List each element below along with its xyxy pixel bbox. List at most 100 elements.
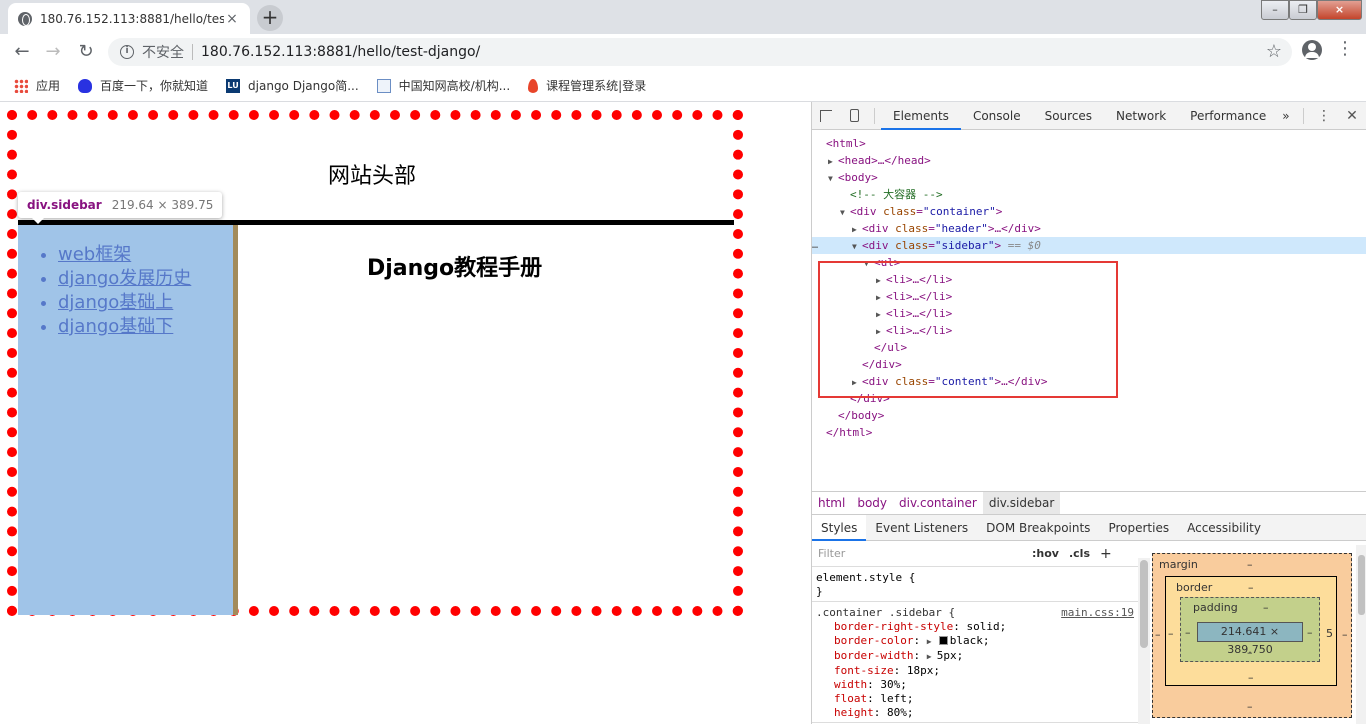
expanded-triangle-icon[interactable]: ▼ xyxy=(852,238,862,255)
property-name: border-color xyxy=(834,634,914,647)
scrollbar-thumb[interactable] xyxy=(1140,560,1148,648)
node-menu-icon[interactable]: … xyxy=(812,237,818,254)
tooltip-size: 219.64 × 389.75 xyxy=(111,198,214,212)
tab-console[interactable]: Console xyxy=(961,102,1033,130)
new-tab-button[interactable]: + xyxy=(257,5,283,31)
back-button[interactable]: ← xyxy=(10,40,34,64)
devtools-menu-button[interactable]: ⋮ xyxy=(1310,102,1338,130)
box-model-scrollbar[interactable] xyxy=(1356,545,1366,724)
sidebar-item[interactable]: web框架 xyxy=(58,243,233,267)
url-text[interactable]: 180.76.152.113:8881/hello/test-django/ xyxy=(201,44,480,60)
tab-accessibility[interactable]: Accessibility xyxy=(1178,515,1270,541)
tab-network[interactable]: Network xyxy=(1104,102,1178,130)
browser-tab[interactable]: 180.76.152.113:8881/hello/tes × xyxy=(8,3,250,34)
css-property[interactable]: width: 30%; xyxy=(816,678,1134,692)
rule-selector: .container .sidebar { xyxy=(816,606,956,619)
tree-node-head[interactable]: ▶ <head>…</head> xyxy=(812,152,1366,169)
css-property[interactable]: border-right-style: solid; xyxy=(816,620,1134,634)
padding-left-value: – xyxy=(1185,626,1191,639)
more-tabs-button[interactable]: » xyxy=(1278,102,1293,130)
breadcrumb-body[interactable]: body xyxy=(851,492,893,514)
devtools-close-button[interactable]: ✕ xyxy=(1338,102,1366,130)
tab-event-listeners[interactable]: Event Listeners xyxy=(866,515,977,541)
scrollbar-thumb[interactable] xyxy=(1358,555,1365,615)
css-property[interactable]: border-width: ▶ 5px; xyxy=(816,649,1134,664)
tab-dom-breakpoints[interactable]: DOM Breakpoints xyxy=(977,515,1099,541)
profile-avatar-icon[interactable] xyxy=(1302,40,1322,60)
element-style-rule[interactable]: element.style { } xyxy=(812,567,1138,602)
color-swatch[interactable] xyxy=(938,636,948,645)
css-property[interactable]: height: 80%; xyxy=(816,706,1134,720)
document-icon xyxy=(376,78,391,93)
collapsed-triangle-icon[interactable]: ▶ xyxy=(852,221,862,238)
breadcrumb-container[interactable]: div.container xyxy=(893,492,983,514)
styles-scrollbar[interactable] xyxy=(1138,558,1150,724)
tree-node-html-close[interactable]: </html> xyxy=(812,424,1366,441)
tab-styles[interactable]: Styles xyxy=(812,514,867,541)
sidebar-link[interactable]: django基础上 xyxy=(58,292,173,313)
property-name: width xyxy=(834,678,868,691)
expanded-triangle-icon[interactable]: ▼ xyxy=(828,170,838,187)
sidebar-css-rule[interactable]: main.css:19 .container .sidebar { border-… xyxy=(812,602,1138,723)
box-model-content[interactable]: 214.641 × 389.750 xyxy=(1197,622,1303,656)
collapsed-triangle-icon[interactable]: ▶ xyxy=(828,153,838,170)
sidebar-item[interactable]: django基础上 xyxy=(58,291,233,315)
inspect-element-button[interactable] xyxy=(812,102,840,130)
rule-selector: element.style { xyxy=(816,571,916,584)
maximize-button[interactable]: ❐ xyxy=(1289,0,1317,20)
tab-properties[interactable]: Properties xyxy=(1099,515,1178,541)
sidebar-link[interactable]: django基础下 xyxy=(58,316,173,337)
cls-toggle-button[interactable]: .cls xyxy=(1069,547,1090,561)
new-rule-button[interactable]: + xyxy=(1100,547,1112,561)
expand-triangle-icon[interactable]: ▶ xyxy=(927,650,937,664)
bookmark-django[interactable]: LU django Django简... xyxy=(226,77,359,94)
css-property[interactable]: font-size: 18px; xyxy=(816,664,1134,678)
page-viewport: 网站头部 web框架 django发展历史 django基础上 django基础… xyxy=(0,102,811,724)
box-model-border[interactable]: border – – 5 – padding – – – – 214.641 ×… xyxy=(1165,576,1337,686)
reload-button[interactable]: ↻ xyxy=(74,40,98,64)
expanded-triangle-icon[interactable]: ▼ xyxy=(840,204,850,221)
tree-node-sidebar-selected[interactable]: … ▼ <div class="sidebar"> == $0 xyxy=(812,237,1366,254)
tree-node-header[interactable]: ▶ <div class="header">…</div> xyxy=(812,220,1366,237)
window-close-button[interactable]: × xyxy=(1317,0,1362,20)
device-toolbar-button[interactable] xyxy=(840,102,868,130)
sidebar-link[interactable]: web框架 xyxy=(58,244,131,265)
rule-source-link[interactable]: main.css:19 xyxy=(1061,606,1134,620)
bookmark-cnki[interactable]: 中国知网高校/机构... xyxy=(376,77,510,94)
sidebar-item[interactable]: django发展历史 xyxy=(58,267,233,291)
star-icon[interactable]: ☆ xyxy=(1266,41,1282,62)
info-icon[interactable]: i xyxy=(120,45,134,59)
box-model-margin[interactable]: margin – – – – border – – 5 – padding – … xyxy=(1152,553,1352,718)
site-header-title: 网站头部 xyxy=(328,164,417,189)
sidebar-item[interactable]: django基础下 xyxy=(58,315,233,339)
forward-button[interactable]: → xyxy=(41,40,65,64)
tree-node-body[interactable]: ▼ <body> xyxy=(812,169,1366,186)
styles-filter-row: Filter :hov .cls + xyxy=(812,541,1138,567)
tree-node-html[interactable]: <html> xyxy=(812,135,1366,152)
tab-performance[interactable]: Performance xyxy=(1178,102,1278,130)
bookmark-baidu[interactable]: 百度一下，你就知道 xyxy=(78,77,208,94)
browser-menu-button[interactable]: ⋮ xyxy=(1336,40,1354,60)
css-property[interactable]: float: left; xyxy=(816,692,1134,706)
sidebar-link[interactable]: django发展历史 xyxy=(58,268,191,289)
minimize-button[interactable]: – xyxy=(1261,0,1289,20)
styles-filter-input[interactable]: Filter xyxy=(818,545,1026,563)
tab-close-button[interactable]: × xyxy=(224,11,240,27)
expand-triangle-icon[interactable]: ▶ xyxy=(927,635,937,649)
breadcrumb-html[interactable]: html xyxy=(812,492,851,514)
tree-node-container[interactable]: ▼ <div class="container"> xyxy=(812,203,1366,220)
box-model-padding[interactable]: padding – – – – 214.641 × 389.750 xyxy=(1180,597,1320,662)
address-bar[interactable]: i 不安全 180.76.152.113:8881/hello/test-dja… xyxy=(108,38,1292,66)
tree-node-body-close[interactable]: </body> xyxy=(812,407,1366,424)
tab-sources[interactable]: Sources xyxy=(1033,102,1104,130)
margin-left-value: – xyxy=(1155,628,1161,641)
bookmark-course[interactable]: 课程管理系统|登录 xyxy=(528,77,646,94)
css-property[interactable]: border-color: ▶ black; xyxy=(816,634,1134,649)
bookmark-apps[interactable]: 应用 xyxy=(14,77,60,94)
hov-toggle-button[interactable]: :hov xyxy=(1032,547,1059,561)
breadcrumb-sidebar[interactable]: div.sidebar xyxy=(982,492,1061,514)
tree-node-comment[interactable]: <!-- 大容器 --> xyxy=(812,186,1366,203)
tab-elements[interactable]: Elements xyxy=(881,102,961,130)
margin-right-value: – xyxy=(1342,628,1348,641)
device-icon xyxy=(849,109,859,122)
